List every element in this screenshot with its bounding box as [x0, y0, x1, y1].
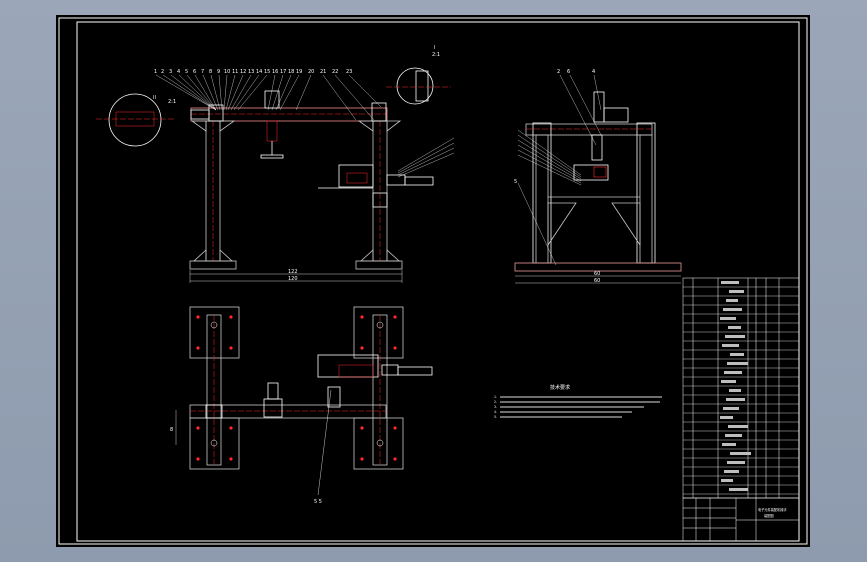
parts-list-entry-mark — [721, 380, 736, 383]
detail-ii-label: II — [153, 95, 156, 101]
balloon-18: 18 — [288, 69, 294, 75]
balloon-19: 19 — [296, 69, 302, 75]
parts-list-entry-mark — [723, 407, 739, 410]
parts-list-entry-mark — [725, 434, 742, 437]
detail-ii-scale: 2:1 — [168, 99, 176, 105]
note-2: 2. — [494, 400, 497, 404]
balloon-1: 1 — [154, 69, 157, 75]
parts-list-entry-mark — [724, 371, 742, 374]
side-view — [514, 74, 682, 284]
parts-list-entry-mark — [720, 317, 736, 320]
top-dim-vertical: 8 — [170, 427, 173, 433]
parts-list-entry-mark — [729, 389, 741, 392]
balloon-7: 7 — [201, 69, 204, 75]
balloon-15: 15 — [264, 69, 270, 75]
balloon-22: 22 — [332, 69, 338, 75]
parts-list-entry-mark — [720, 416, 733, 419]
balloon-21: 21 — [320, 69, 326, 75]
balloon-16: 16 — [272, 69, 278, 75]
side-dim-inner: 60 — [594, 271, 600, 277]
cad-viewport: 1 2 3 4 5 6 7 8 9 10 11 12 13 14 15 16 1… — [0, 0, 867, 562]
parts-list-entry-mark — [728, 326, 741, 329]
dim-outer-width: 120 — [288, 276, 298, 282]
note-1: 1. — [494, 395, 497, 399]
balloon-20: 20 — [308, 69, 314, 75]
parts-list-entry-mark — [721, 479, 733, 482]
balloon-8: 8 — [209, 69, 212, 75]
side-dim-outer: 60 — [594, 278, 600, 284]
parts-list-entry-mark — [721, 281, 739, 284]
detail-i-label: I — [434, 45, 435, 51]
note-4: 4. — [494, 410, 497, 414]
parts-list-entry-mark — [730, 353, 744, 356]
side-balloon-5: 5 — [514, 179, 517, 185]
note-5: 5. — [494, 415, 497, 419]
outer-border — [58, 17, 808, 545]
side-balloon-2: 2 — [557, 69, 560, 75]
title-block-subtitle: 装配图 — [764, 513, 774, 518]
balloon-23: 23 — [346, 69, 352, 75]
title-block — [682, 497, 800, 542]
parts-list-entry-mark — [727, 362, 748, 365]
parts-list-entry-mark — [723, 308, 742, 311]
dim-inner-width: 122 — [288, 269, 298, 275]
side-balloon-4: 4 — [592, 69, 595, 75]
parts-list-entry-mark — [722, 344, 739, 347]
detail-i-scale: 2:1 — [432, 52, 440, 58]
title-block-name: 电子元件装配机械手 — [758, 507, 787, 512]
parts-list-entry-mark — [725, 335, 745, 338]
notes-title: 技术要求 — [550, 384, 570, 391]
balloon-14: 14 — [256, 69, 262, 75]
parts-list-rows — [683, 281, 799, 495]
balloon-9: 9 — [217, 69, 220, 75]
parts-list-entry-mark — [729, 290, 744, 293]
balloon-4: 4 — [177, 69, 180, 75]
front-view — [96, 67, 455, 283]
parts-list-entry-mark — [726, 398, 745, 401]
parts-list-entry-mark — [726, 299, 738, 302]
balloon-11: 11 — [232, 69, 238, 75]
note-3: 3. — [494, 405, 497, 409]
inner-border — [76, 21, 800, 542]
side-view-balloons: 2 6 4 5 60 60 — [514, 69, 600, 284]
parts-list-entry-mark — [724, 470, 739, 473]
side-balloon-6: 6 — [567, 69, 570, 75]
front-view-balloons: 1 2 3 4 5 6 7 8 9 10 11 12 13 14 15 16 1… — [153, 45, 440, 282]
parts-list-entry-mark — [730, 452, 751, 455]
drawing-canvas: 1 2 3 4 5 6 7 8 9 10 11 12 13 14 15 16 1… — [58, 17, 808, 545]
parts-list-entry-mark — [728, 425, 748, 428]
balloon-3: 3 — [169, 69, 172, 75]
balloon-12: 12 — [240, 69, 246, 75]
balloon-6: 6 — [193, 69, 196, 75]
balloon-2: 2 — [161, 69, 164, 75]
parts-list-entry-mark — [722, 443, 736, 446]
parts-list-entry-mark — [729, 488, 748, 491]
parts-list-entry-mark — [727, 461, 745, 464]
balloon-17: 17 — [280, 69, 286, 75]
drawing-sheet: 1 2 3 4 5 6 7 8 9 10 11 12 13 14 15 16 1… — [56, 15, 810, 547]
balloon-13: 13 — [248, 69, 254, 75]
balloon-5: 5 — [185, 69, 188, 75]
top-view — [175, 306, 433, 496]
top-leader-label: 5 5 — [314, 499, 322, 505]
balloon-10: 10 — [224, 69, 230, 75]
top-view-labels: 8 5 5 — [170, 427, 322, 505]
technical-notes: 技术要求 1. 2. 3. 4. 5. — [494, 384, 662, 419]
